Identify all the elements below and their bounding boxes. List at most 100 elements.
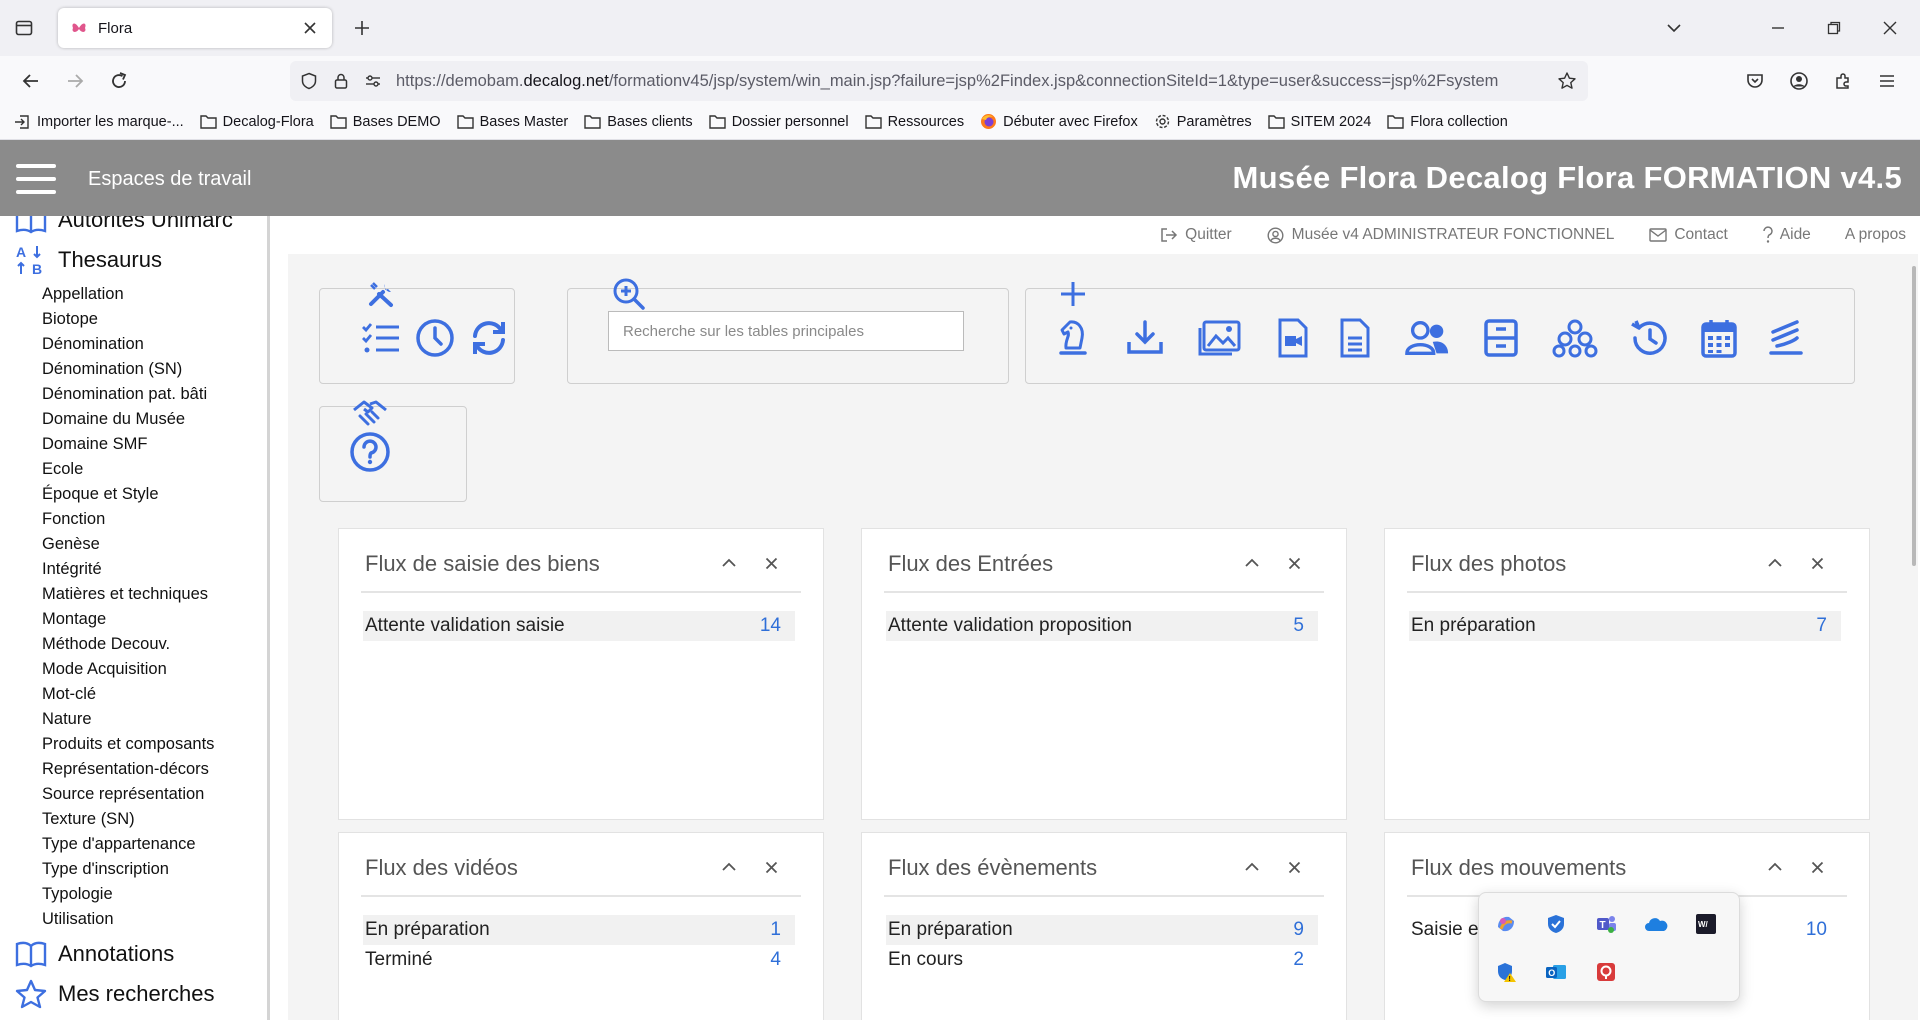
pocket-icon[interactable] (1740, 66, 1770, 96)
security-shield-icon[interactable] (1543, 911, 1569, 937)
tab-list-icon[interactable] (10, 14, 38, 42)
refresh-icon[interactable] (466, 315, 512, 361)
sidebar-item[interactable]: Dénomination (42, 332, 214, 357)
sidebar-section-thesaurus[interactable]: AB Thesaurus (14, 244, 162, 276)
sidebar-item[interactable]: Appellation (42, 282, 214, 307)
sidebar-item[interactable]: Méthode Decouv. (42, 632, 214, 657)
back-arrow-icon[interactable] (16, 66, 46, 96)
flux-row[interactable]: En préparation 1 (363, 915, 795, 945)
presentation-app-icon[interactable] (1593, 959, 1619, 985)
flux-row-count[interactable]: 4 (770, 949, 793, 971)
flux-row[interactable]: Attente validation saisie 14 (363, 611, 795, 641)
sidebar-item[interactable]: Domaine du Musée (42, 407, 214, 432)
sidebar-item[interactable]: Produits et composants (42, 732, 214, 757)
clock-icon[interactable] (412, 315, 458, 361)
close-icon[interactable] (759, 855, 783, 879)
sidebar-section-mes-recherches[interactable]: Mes recherches (14, 978, 215, 1010)
sidebar-item[interactable]: Texture (SN) (42, 807, 214, 832)
chevron-up-icon[interactable] (1240, 551, 1264, 575)
chevron-up-icon[interactable] (1240, 855, 1264, 879)
page-scrollbar[interactable] (1912, 266, 1916, 566)
chevron-up-icon[interactable] (1763, 855, 1787, 879)
menu-icon[interactable] (1872, 66, 1902, 96)
file-video-icon[interactable] (1270, 315, 1316, 361)
bookmark-star-icon[interactable] (1554, 68, 1580, 94)
sidebar-item[interactable]: Montage (42, 607, 214, 632)
stack-signature-icon[interactable] (1764, 315, 1810, 361)
extensions-icon[interactable] (1828, 66, 1858, 96)
history-icon[interactable] (1626, 315, 1672, 361)
help-link[interactable]: Aide (1762, 225, 1811, 245)
archive-box-icon[interactable] (1478, 315, 1524, 361)
defender-warning-icon[interactable]: ! (1493, 959, 1519, 985)
sidebar-item[interactable]: Utilisation (42, 907, 214, 932)
sidebar-item[interactable]: Typologie (42, 882, 214, 907)
bookmark-flora-collection[interactable]: Flora collection (1387, 113, 1508, 131)
sidebar-section-autorites[interactable]: Autorités Unimarc (14, 216, 233, 236)
sidebar-item[interactable]: Dénomination (SN) (42, 357, 214, 382)
bookmark-parametres[interactable]: Paramètres (1154, 113, 1252, 131)
lock-icon[interactable] (328, 68, 354, 94)
flux-row-count[interactable]: 2 (1293, 949, 1316, 971)
flux-row-count[interactable]: 7 (1816, 615, 1839, 637)
sidebar-item[interactable]: Mot-clé (42, 682, 214, 707)
bookmark-sitem-2024[interactable]: SITEM 2024 (1267, 113, 1371, 131)
sidebar-item[interactable]: Genèse (42, 532, 214, 557)
sidebar-item[interactable]: Source représentation (42, 782, 214, 807)
forward-arrow-icon[interactable] (60, 66, 90, 96)
close-tab-icon[interactable] (300, 18, 320, 38)
flux-row-count[interactable]: 1 (770, 919, 793, 941)
sidebar-item[interactable]: Domaine SMF (42, 432, 214, 457)
minimize-icon[interactable] (1764, 14, 1792, 42)
wacom-icon[interactable]: W/ (1693, 911, 1719, 937)
flux-row[interactable]: En préparation 9 (886, 915, 1318, 945)
chess-knight-icon[interactable] (1050, 315, 1096, 361)
close-icon[interactable] (759, 551, 783, 575)
help-circle-icon[interactable] (347, 429, 393, 475)
sidebar-item[interactable]: Type d'inscription (42, 857, 214, 882)
bookmark-bases-clients[interactable]: Bases clients (584, 113, 693, 131)
close-icon[interactable] (1805, 855, 1829, 879)
images-icon[interactable] (1196, 315, 1242, 361)
calendar-icon[interactable] (1696, 315, 1742, 361)
chevron-up-icon[interactable] (717, 855, 741, 879)
sidebar-item[interactable]: Ecole (42, 457, 214, 482)
sidebar-item[interactable]: Époque et Style (42, 482, 214, 507)
collection-cluster-icon[interactable] (1552, 315, 1598, 361)
sidebar-item[interactable]: Biotope (42, 307, 214, 332)
list-all-tabs-icon[interactable] (1660, 14, 1688, 42)
plus-icon[interactable] (1050, 271, 1096, 317)
download-icon[interactable] (1122, 315, 1168, 361)
close-icon[interactable] (1805, 551, 1829, 575)
restore-icon[interactable] (1820, 14, 1848, 42)
bookmark-ressources[interactable]: Ressources (864, 113, 964, 131)
workspaces-link[interactable]: Espaces de travail (88, 168, 251, 191)
onedrive-cloud-icon[interactable] (1643, 911, 1669, 937)
about-link[interactable]: A propos (1845, 226, 1906, 244)
users-icon[interactable] (1404, 315, 1450, 361)
sidebar-item[interactable]: Nature (42, 707, 214, 732)
flux-row-count[interactable]: 14 (760, 615, 793, 637)
bookmark-debuter-firefox[interactable]: Débuter avec Firefox (980, 113, 1138, 131)
chevron-up-icon[interactable] (717, 551, 741, 575)
sidebar-section-annotations[interactable]: Annotations (14, 938, 174, 970)
chevron-up-icon[interactable] (1763, 551, 1787, 575)
copilot-icon[interactable] (1493, 911, 1519, 937)
contact-link[interactable]: Contact (1648, 225, 1728, 245)
close-icon[interactable] (1282, 855, 1306, 879)
flux-row-count[interactable]: 10 (1806, 919, 1839, 941)
flux-row[interactable]: En cours 2 (886, 945, 1318, 975)
shield-icon[interactable] (296, 68, 322, 94)
flux-row[interactable]: Attente validation proposition 5 (886, 611, 1318, 641)
sidebar-item[interactable]: Fonction (42, 507, 214, 532)
new-tab-icon[interactable] (348, 14, 376, 42)
teams-icon[interactable]: T (1593, 911, 1619, 937)
sidebar-item[interactable]: Mode Acquisition (42, 657, 214, 682)
sidebar-item[interactable]: Représentation-décors (42, 757, 214, 782)
bookmark-bases-demo[interactable]: Bases DEMO (330, 113, 441, 131)
sidebar-item[interactable]: Type d'appartenance (42, 832, 214, 857)
sidebar-item[interactable]: Intégrité (42, 557, 214, 582)
main-search-input[interactable] (608, 311, 964, 351)
bookmark-decalog-flora[interactable]: Decalog-Flora (199, 113, 314, 131)
task-list-icon[interactable] (358, 315, 404, 361)
